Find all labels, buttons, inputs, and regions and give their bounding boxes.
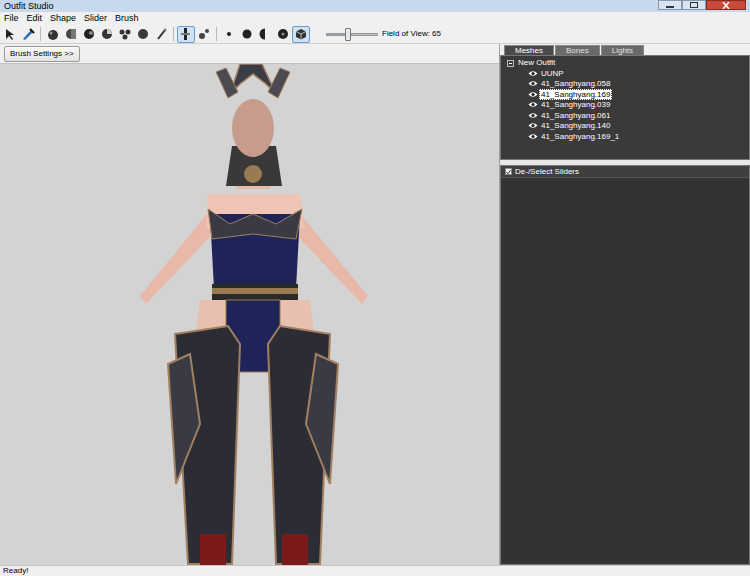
- panel-tab[interactable]: Meshes: [504, 45, 554, 55]
- tree-root-label: New Outfit: [518, 58, 555, 68]
- mesh-item[interactable]: 41_Sanghyang.169: [501, 89, 749, 100]
- menu-item[interactable]: Edit: [25, 13, 45, 24]
- mesh-label: 41_Sanghyang.140: [539, 120, 612, 131]
- mesh-tree: New OutfitUUNP41_Sanghyang.05841_Sanghya…: [500, 55, 750, 160]
- mesh-label: 41_Sanghyang.039: [539, 99, 612, 110]
- sliders-panel: De-/Select Sliders: [500, 165, 750, 565]
- sphere-icon: [136, 27, 150, 41]
- mirror-icon: [179, 27, 193, 41]
- panel-tab[interactable]: Lights: [601, 45, 644, 55]
- deselect-sliders-label: De-/Select Sliders: [515, 167, 579, 177]
- close-icon[interactable]: [706, 0, 746, 10]
- menu-item[interactable]: File: [2, 13, 21, 24]
- menu-bar: File EditShape Slider Brush: [0, 12, 750, 25]
- fov-slider[interactable]: [326, 33, 378, 36]
- eye-icon[interactable]: [528, 91, 538, 98]
- panel-tab[interactable]: Bones: [555, 45, 600, 55]
- smooth-icon: [100, 27, 114, 41]
- tool-button[interactable]: [62, 26, 80, 43]
- move-icon: [82, 27, 96, 41]
- mesh-item[interactable]: 41_Sanghyang.039: [501, 100, 749, 111]
- menu-item[interactable]: Brush: [113, 13, 141, 24]
- mesh-item[interactable]: 41_Sanghyang.169_1: [501, 131, 749, 142]
- cube-icon: [294, 27, 308, 41]
- eye-icon[interactable]: [528, 101, 538, 108]
- eye-icon[interactable]: [528, 133, 538, 140]
- viewport-panel: Brush Settings >>: [0, 44, 500, 565]
- tool-button[interactable]: [98, 26, 116, 43]
- half-sphere-icon: [258, 27, 272, 41]
- menu-item[interactable]: Slider: [82, 13, 109, 24]
- title-bar: Outfit Studio: [0, 0, 750, 12]
- tool-button[interactable]: [1, 26, 19, 43]
- tool-button[interactable]: [238, 26, 256, 43]
- mesh-item[interactable]: UUNP: [501, 68, 749, 79]
- tool-button[interactable]: [256, 26, 274, 43]
- tool-button[interactable]: [44, 26, 62, 43]
- tool-button[interactable]: [220, 26, 238, 43]
- mesh-item[interactable]: 41_Sanghyang.061: [501, 110, 749, 121]
- eye-icon[interactable]: [528, 112, 538, 119]
- brush-large-icon: [276, 27, 290, 41]
- minimize-icon[interactable]: [658, 0, 682, 10]
- tab-label: Bones: [566, 46, 589, 55]
- tool-button[interactable]: [274, 26, 292, 43]
- tool-button[interactable]: [292, 26, 310, 43]
- deflate-icon: [64, 27, 78, 41]
- mesh-label: 41_Sanghyang.169: [539, 89, 612, 100]
- toolbar-separator: [216, 27, 217, 41]
- mesh-item[interactable]: 41_Sanghyang.140: [501, 121, 749, 132]
- maximize-icon[interactable]: [682, 0, 706, 10]
- brush-icon: [21, 27, 35, 41]
- toolbar-separator: [40, 27, 41, 41]
- check-icon: [506, 169, 511, 175]
- expand-toggle[interactable]: [507, 60, 514, 67]
- eye-icon[interactable]: [528, 122, 538, 129]
- toolbar: Field of View: 65: [0, 25, 750, 44]
- brush-small-icon: [222, 27, 236, 41]
- fov-thumb[interactable]: [345, 28, 351, 41]
- tool-button[interactable]: [19, 26, 37, 43]
- pen-icon: [154, 27, 168, 41]
- brush-settings-button[interactable]: Brush Settings >>: [4, 46, 80, 62]
- window-title: Outfit Studio: [4, 1, 54, 12]
- mesh-item[interactable]: 41_Sanghyang.058: [501, 79, 749, 90]
- status-bar: Ready!: [0, 565, 750, 576]
- tab-label: Meshes: [515, 46, 543, 55]
- mesh-label: 41_Sanghyang.058: [539, 78, 612, 89]
- status-text: Ready!: [3, 566, 28, 576]
- deselect-sliders-checkbox[interactable]: [505, 168, 512, 175]
- select-icon: [3, 27, 17, 41]
- tab-label: Lights: [612, 46, 633, 55]
- side-panel: MeshesBonesLights New OutfitUUNP41_Sangh…: [500, 44, 750, 565]
- character-model[interactable]: [0, 64, 499, 565]
- fov-control: Field of View: 65: [326, 29, 441, 39]
- 3d-viewport[interactable]: [0, 64, 499, 565]
- inflate-icon: [46, 27, 60, 41]
- tool-button[interactable]: [195, 26, 213, 43]
- eye-icon[interactable]: [528, 70, 538, 77]
- menu-item[interactable]: Shape: [48, 13, 78, 24]
- tool-button[interactable]: [152, 26, 170, 43]
- eye-icon[interactable]: [528, 80, 538, 87]
- tool-button[interactable]: [116, 26, 134, 43]
- tab-bar: Meshes Bones Lights: [500, 44, 750, 55]
- mesh-label: 41_Sanghyang.169_1: [539, 131, 621, 142]
- brush-medium-icon: [240, 27, 254, 41]
- weight-icon: [118, 27, 132, 41]
- mesh-label: 41_Sanghyang.061: [539, 110, 612, 121]
- fov-label: Field of View: 65: [382, 29, 441, 39]
- connected-icon: [197, 27, 211, 41]
- tree-root[interactable]: New Outfit: [501, 58, 749, 68]
- tool-button[interactable]: [177, 26, 195, 43]
- tool-button[interactable]: [134, 26, 152, 43]
- toolbar-separator: [173, 27, 174, 41]
- mesh-label: UUNP: [539, 68, 566, 79]
- tool-button[interactable]: [80, 26, 98, 43]
